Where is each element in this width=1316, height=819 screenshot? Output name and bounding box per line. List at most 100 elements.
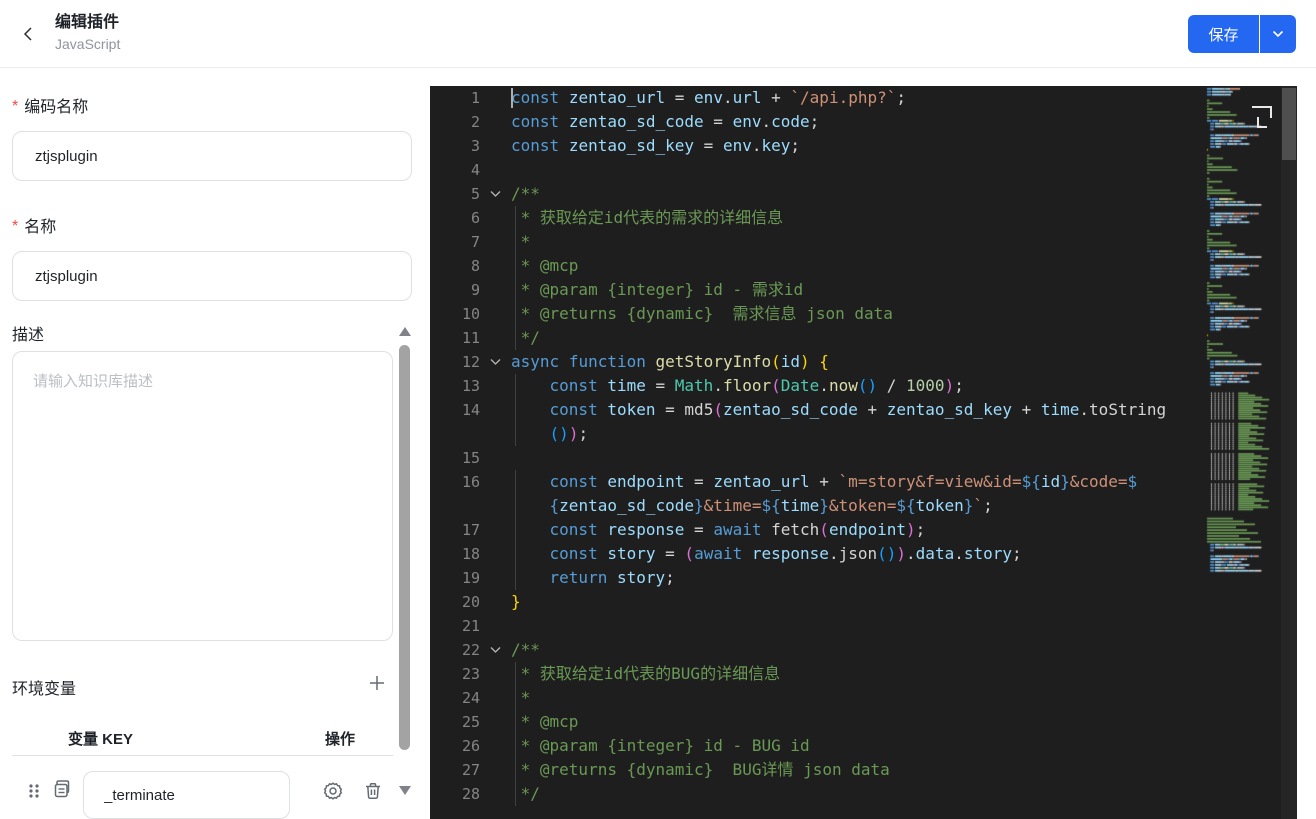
code-name-label: * 编码名称: [12, 98, 89, 116]
save-dropdown-button[interactable]: [1260, 15, 1296, 53]
line-number: 6: [470, 209, 480, 227]
scroll-up-arrow[interactable]: [399, 327, 411, 336]
fold-gutter: [480, 782, 511, 806]
fold-gutter: [480, 206, 511, 230]
settings-button[interactable]: [321, 780, 345, 804]
code-line[interactable]: 26 * @param {integer} id - BUG id: [430, 734, 1297, 758]
description-textarea[interactable]: [12, 351, 393, 641]
code-line[interactable]: 16 const endpoint = zentao_url + `m=stor…: [430, 470, 1297, 494]
code-line[interactable]: 9 * @param {integer} id - 需求id: [430, 278, 1297, 302]
line-number: 14: [461, 401, 480, 419]
delete-button[interactable]: [361, 780, 385, 804]
code-line[interactable]: 27 * @returns {dynamic} BUG详情 json data: [430, 758, 1297, 782]
fold-gutter: [480, 662, 511, 686]
code-line[interactable]: 4: [430, 158, 1297, 182]
line-number: 4: [470, 161, 480, 179]
code-text: const time = Math.floor(Date.now() / 100…: [511, 374, 964, 398]
name-label: * 名称: [12, 218, 57, 236]
code-line[interactable]: 1 const zentao_url = env.url + `/api.php?…: [430, 86, 1297, 110]
code-text: const zentao_sd_key = env.key;: [511, 136, 801, 155]
line-number: 2: [470, 113, 480, 131]
add-env-var-button[interactable]: [365, 672, 389, 696]
save-split-button: 保存: [1188, 15, 1296, 53]
fold-gutter: [480, 278, 511, 302]
line-number: 3: [470, 137, 480, 155]
editor-minimap[interactable]: [1205, 86, 1281, 819]
back-button[interactable]: [16, 22, 42, 48]
code-line[interactable]: 15: [430, 446, 1297, 470]
code-text: return story;: [511, 566, 675, 590]
code-line[interactable]: 19 return story;: [430, 566, 1297, 590]
code-text: const response = await fetch(endpoint);: [511, 518, 926, 542]
drag-handle[interactable]: [22, 780, 46, 804]
fold-chevron-icon[interactable]: [480, 638, 511, 662]
save-button[interactable]: 保存: [1188, 15, 1259, 53]
code-line[interactable]: 25 * @mcp: [430, 710, 1297, 734]
code-name-input[interactable]: [12, 131, 412, 181]
line-number: 20: [461, 593, 480, 611]
env-var-key-input[interactable]: [83, 771, 290, 819]
code-text: }: [511, 592, 521, 611]
fold-gutter: [480, 590, 511, 614]
code-line[interactable]: 28 */: [430, 782, 1297, 806]
editor-scrollbar[interactable]: [1281, 86, 1297, 819]
line-number: 10: [461, 305, 480, 323]
fold-gutter: [480, 614, 511, 638]
copy-button[interactable]: [50, 778, 74, 802]
code-line[interactable]: 2 const zentao_sd_code = env.code;: [430, 110, 1297, 134]
fold-gutter: [480, 374, 511, 398]
fold-chevron-icon[interactable]: [480, 182, 511, 206]
fold-gutter: [480, 326, 511, 350]
code-area[interactable]: 1 const zentao_url = env.url + `/api.php?…: [430, 86, 1297, 806]
fold-chevron-icon[interactable]: [480, 350, 511, 374]
code-line[interactable]: 23 * 获取给定id代表的BUG的详细信息: [430, 662, 1297, 686]
editor-scrollbar-thumb[interactable]: [1282, 88, 1296, 160]
line-number: 5: [470, 185, 480, 203]
line-number: 1: [470, 89, 480, 107]
code-line[interactable]: 13 const time = Math.floor(Date.now() / …: [430, 374, 1297, 398]
line-number: 17: [461, 521, 480, 539]
code-editor: 1 const zentao_url = env.url + `/api.php?…: [430, 86, 1297, 819]
code-text: * @mcp: [511, 710, 579, 734]
description-label: 描述: [12, 327, 45, 344]
table-divider: [12, 755, 393, 756]
code-text: const zentao_sd_code = env.code;: [511, 112, 820, 131]
code-line[interactable]: 20}: [430, 590, 1297, 614]
name-input[interactable]: [12, 251, 412, 301]
line-number: 16: [461, 473, 480, 491]
header: 编辑插件 JavaScript 保存: [0, 0, 1316, 68]
line-number: 26: [461, 737, 480, 755]
line-number: 19: [461, 569, 480, 587]
code-line[interactable]: 21: [430, 614, 1297, 638]
code-text: *: [511, 230, 531, 254]
code-line[interactable]: 11 */: [430, 326, 1297, 350]
code-line[interactable]: {zentao_sd_code}&time=${time}&token=${to…: [430, 494, 1297, 518]
line-number: 7: [470, 233, 480, 251]
scrollbar-thumb[interactable]: [399, 345, 410, 750]
code-text: {zentao_sd_code}&time=${time}&token=${to…: [511, 494, 993, 518]
fold-gutter: [480, 686, 511, 710]
fold-gutter: [480, 86, 511, 110]
code-line[interactable]: 5 /**: [430, 182, 1297, 206]
code-line[interactable]: 24 *: [430, 686, 1297, 710]
code-line[interactable]: 7 *: [430, 230, 1297, 254]
code-line[interactable]: 6 * 获取给定id代表的需求的详细信息: [430, 206, 1297, 230]
plus-icon: [370, 675, 384, 690]
line-number: 28: [461, 785, 480, 803]
scroll-down-arrow[interactable]: [399, 786, 411, 795]
code-line[interactable]: 18 const story = (await response.json())…: [430, 542, 1297, 566]
code-line[interactable]: 3 const zentao_sd_key = env.key;: [430, 134, 1297, 158]
copy-icon: [54, 780, 70, 798]
code-line[interactable]: ());: [430, 422, 1297, 446]
gear-icon: [323, 781, 343, 800]
code-line[interactable]: 12 async function getStoryInfo(id) {: [430, 350, 1297, 374]
form-scrollbar[interactable]: [397, 323, 411, 819]
code-line[interactable]: 22 /**: [430, 638, 1297, 662]
code-line[interactable]: 14 const token = md5(zentao_sd_code + ze…: [430, 398, 1297, 422]
line-number: 22: [461, 641, 480, 659]
code-line[interactable]: 17 const response = await fetch(endpoint…: [430, 518, 1297, 542]
code-line[interactable]: 8 * @mcp: [430, 254, 1297, 278]
trash-icon: [366, 782, 380, 799]
code-text: * @mcp: [511, 254, 579, 278]
code-line[interactable]: 10 * @returns {dynamic} 需求信息 json data: [430, 302, 1297, 326]
